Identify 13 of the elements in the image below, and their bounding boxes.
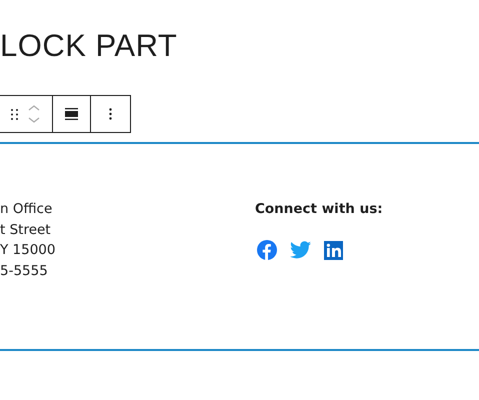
bird-icon[interactable]	[290, 241, 311, 259]
linkedin-icon[interactable]	[324, 240, 343, 260]
address-line: t Street	[0, 220, 52, 240]
drag-handle-icon[interactable]	[11, 108, 18, 120]
page-title: LOCK PART	[0, 27, 178, 65]
address-line: Y 15000	[0, 241, 56, 260]
more-vertical-icon	[109, 108, 112, 120]
address-line: n Office	[0, 200, 54, 219]
align-icon	[64, 108, 78, 120]
facebook-icon[interactable]	[257, 240, 277, 260]
connect-heading: Connect with us:	[255, 200, 383, 219]
move-arrows-icon[interactable]	[28, 104, 40, 124]
address-line: 5-5555	[0, 262, 49, 280]
